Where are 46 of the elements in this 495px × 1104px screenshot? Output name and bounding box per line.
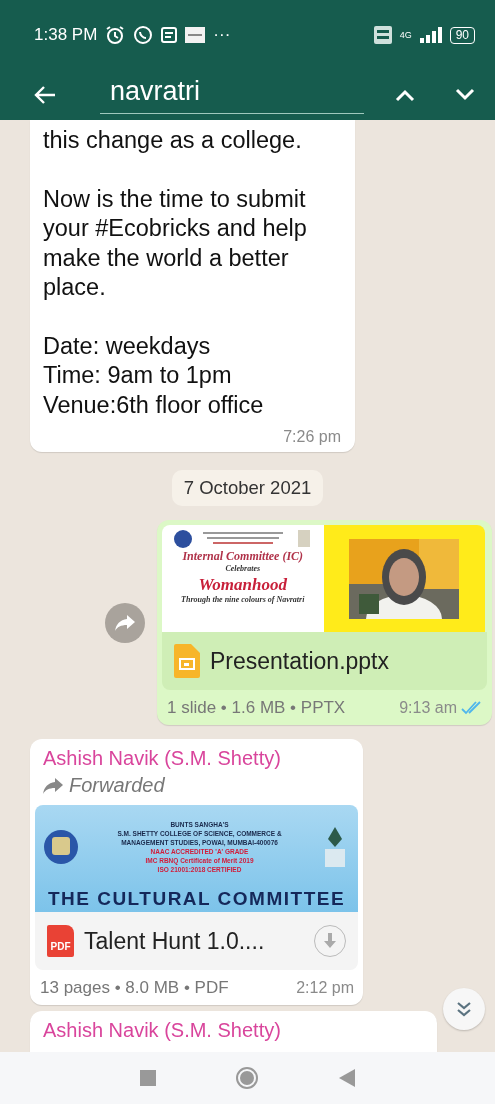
date-label: 7 October 2021 [171,470,324,506]
message-time: 2:12 pm [296,979,354,997]
slide-subtitle: Celebrates [225,564,261,574]
notification-icon [185,27,206,43]
network-type: 4G [399,30,412,40]
forwarded-label: Forwarded [69,774,165,797]
slide-heading: Womanhood [198,574,287,596]
previous-result-button[interactable] [395,88,415,102]
file-name: Presentation.pptx [210,647,390,675]
chat-bubble-icon [133,25,154,45]
home-button[interactable] [235,1066,260,1090]
forward-button[interactable] [105,602,145,643]
forward-icon [43,777,63,794]
message-text: Now is the time to submit your #Ecobricks and help make the world a better place. [43,184,308,302]
slide-title: Internal Committee (IC) [182,549,304,564]
next-result-button[interactable] [455,88,475,102]
slide-footer: Through the nine colours of Navratri [181,595,305,606]
slides-file-icon [174,644,200,678]
alarm-icon [105,25,126,45]
more-notifications: ··· [213,25,231,45]
message-time: 9:13 am [399,699,483,717]
file-info: 1 slide • 1.6 MB • PPTX [167,698,346,718]
battery-indicator: 90 [449,26,475,44]
back-nav-button[interactable] [339,1069,356,1087]
scroll-down-button[interactable] [443,988,485,1030]
document-attachment[interactable]: PDF Talent Hunt 1.0.... [35,912,358,970]
document-attachment[interactable]: Presentation.pptx [162,632,487,690]
status-time: 1:38 PM [34,25,98,45]
sender-name: Ashish Navik (S.M. Shetty) [42,1019,282,1043]
search-field[interactable]: navratri [100,76,364,114]
file-name: Talent Hunt 1.0.... [84,927,266,955]
sender-name: Ashish Navik (S.M. Shetty) [42,747,282,771]
signal-icon [419,27,442,43]
volte-icon [373,26,392,44]
message-text: Date: weekdays Time: 9am to 1pm Venue:6th floor office [43,331,265,420]
file-info: 13 pages • 8.0 MB • PDF [40,978,229,998]
message-icon [161,27,178,43]
double-chevron-icon [455,1000,473,1018]
arrow-down-icon [323,933,337,949]
pdf-file-icon: PDF [47,925,74,957]
recents-button[interactable] [139,1070,156,1086]
message-text: this change as a college. [43,126,303,155]
banner-title: THE CULTURAL COMMITTEE [46,888,347,911]
back-button[interactable] [34,85,56,105]
message-time: 7:26 pm [282,428,341,446]
share-arrow-icon [115,614,135,631]
